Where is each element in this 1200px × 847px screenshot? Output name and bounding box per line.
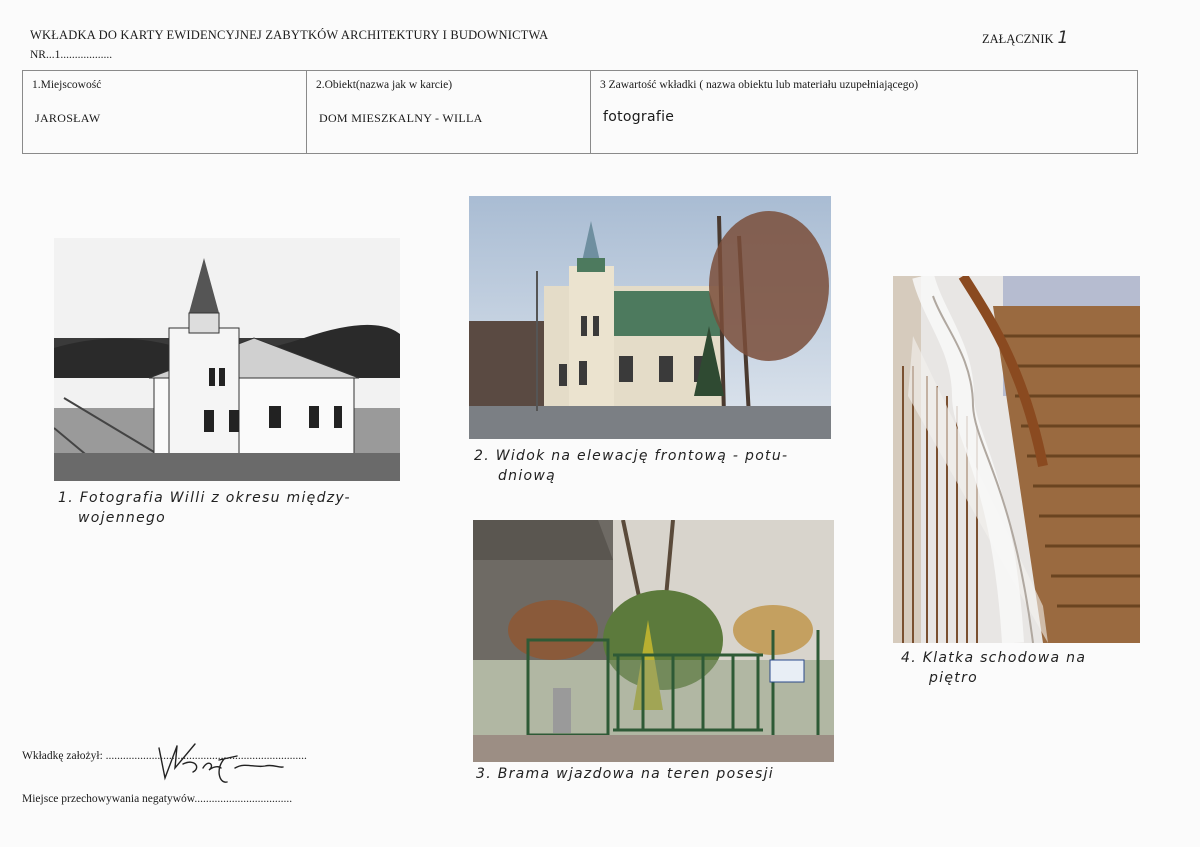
attachment-number: 1 [1057,28,1069,48]
attachment-label: ZAŁĄCZNIK 1 [982,28,1068,48]
caption-photo-4-line2: piętro [929,670,979,686]
locality-value: JAROSŁAW [35,111,101,125]
caption-photo-4: 4. Klatka schodowa na piętro [901,648,1161,688]
photo-front-elevation [469,196,831,439]
caption-photo-1: 1. Fotografia Willi z okresu między- woj… [58,488,418,528]
object-label: 2.Obiekt(nazwa jak w karcie) [316,79,453,91]
negatives-storage-line: Miejsce przechowywania negatywów........… [22,793,293,805]
cell-object: 2.Obiekt(nazwa jak w karcie) DOM MIESZKA… [306,70,591,154]
caption-photo-2-line1: 2. Widok na elewację frontową - potu- [474,448,789,464]
caption-photo-2: 2. Widok na elewację frontową - potu- dn… [474,446,854,486]
cell-contents: 3 Zawartość wkładki ( nazwa obiektu lub … [590,70,1138,154]
caption-photo-2-line2: dniową [498,468,557,484]
photo-staircase [893,276,1140,643]
photo-entrance-gate [473,520,834,762]
object-value: DOM MIESZKALNY - WILLA [319,111,483,125]
info-table: 1.Miejscowość JAROSŁAW 2.Obiekt(nazwa ja… [22,70,1138,154]
locality-label: 1.Miejscowość [32,79,102,91]
attachment-label-text: ZAŁĄCZNIK [982,32,1054,46]
photo-historic-villa [54,238,400,481]
cell-locality: 1.Miejscowość JAROSŁAW [22,70,307,154]
caption-photo-1-line2: wojennego [78,510,167,526]
caption-photo-4-line1: 4. Klatka schodowa na [901,650,1087,666]
caption-photo-3: 3. Brama wjazdowa na teren posesji [476,766,774,782]
caption-photo-1-line1: 1. Fotografia Willi z okresu między- [58,490,351,506]
signature-icon [158,743,284,783]
document-number: NR...1.................. [30,49,113,61]
contents-value: fotografie [603,109,675,125]
contents-label: 3 Zawartość wkładki ( nazwa obiektu lub … [600,79,919,91]
document-title: WKŁADKA DO KARTY EWIDENCYJNEJ ZABYTKÓW A… [30,28,549,42]
